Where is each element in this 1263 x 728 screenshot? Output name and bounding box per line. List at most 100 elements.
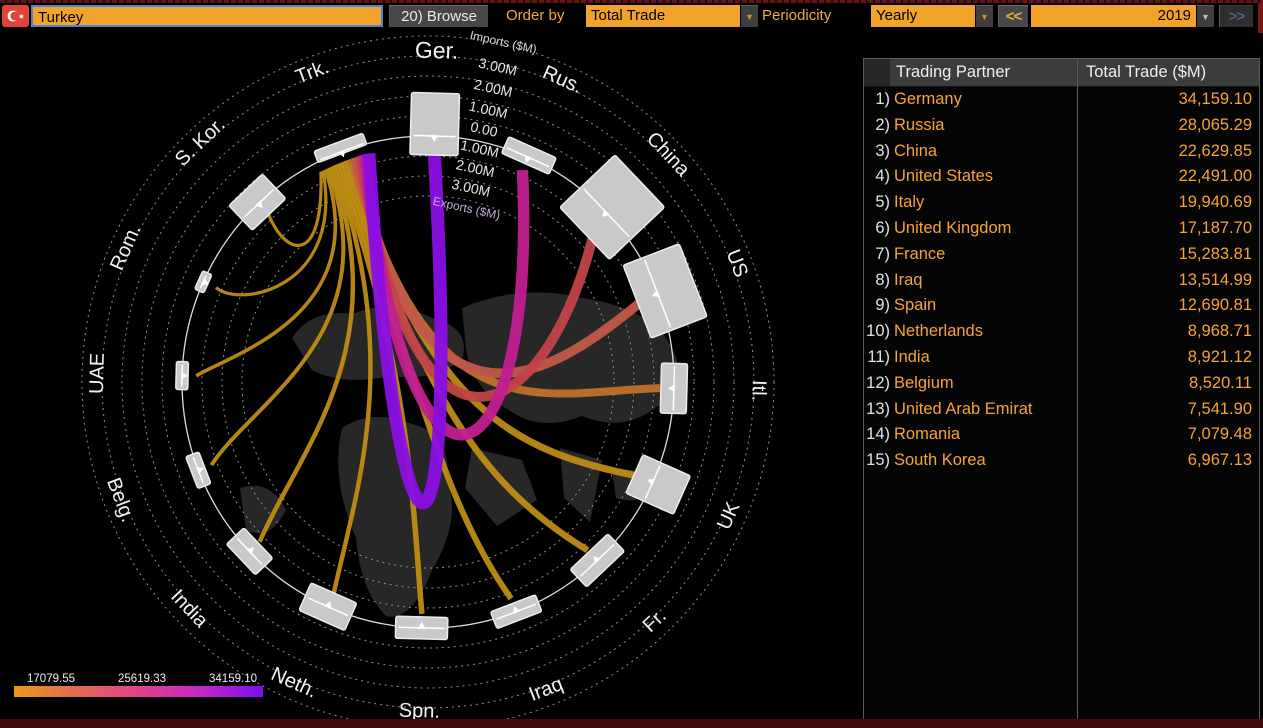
trade-flow-chord-chart[interactable]: Ger.Rus.ChinaUSItl.UKFr.IraqSpn.Neth.Ind… bbox=[0, 30, 862, 720]
country-node-united-arab-emirates[interactable] bbox=[176, 361, 189, 389]
ring-label-germany: Ger. bbox=[415, 37, 459, 64]
country-node-iraq[interactable] bbox=[491, 595, 542, 629]
row-number: 3) bbox=[864, 139, 890, 165]
row-number: 8) bbox=[864, 268, 890, 294]
country-node-united-kingdom[interactable] bbox=[626, 455, 691, 515]
table-row[interactable]: 8)Iraq13,514.99 bbox=[864, 268, 1259, 294]
table-row[interactable]: 3)China22,629.85 bbox=[864, 139, 1259, 165]
trade-value: 6,967.13 bbox=[1078, 448, 1252, 474]
axis-tick-zero: 0.00 bbox=[469, 118, 499, 140]
col-header-total-trade[interactable]: Total Trade ($M) bbox=[1086, 59, 1252, 86]
ring-label-romania: Rom. bbox=[106, 221, 146, 274]
ring-label-france: Fr. bbox=[639, 605, 671, 637]
partner-name: China bbox=[894, 139, 1075, 165]
turkey-flag-icon bbox=[2, 5, 29, 27]
security-input[interactable]: Turkey bbox=[31, 5, 383, 27]
country-node-romania[interactable] bbox=[195, 271, 213, 294]
partner-name: Italy bbox=[894, 190, 1075, 216]
row-number: 2) bbox=[864, 113, 890, 139]
ring-label-italy: Itl. bbox=[747, 380, 770, 402]
row-number: 4) bbox=[864, 164, 890, 190]
axis-tick: 3.00M bbox=[450, 176, 491, 200]
next-year-button[interactable]: >> bbox=[1219, 5, 1253, 27]
prev-year-button[interactable]: << bbox=[998, 5, 1028, 27]
table-row[interactable]: 12)Belgium8,520.11 bbox=[864, 371, 1259, 397]
year-input[interactable]: 2019 bbox=[1031, 5, 1196, 27]
row-number: 1) bbox=[864, 87, 890, 113]
axis-tick: 2.00M bbox=[472, 76, 513, 100]
country-node-germany[interactable] bbox=[410, 92, 460, 155]
ring-label-united-states: US bbox=[722, 247, 753, 281]
country-node-belgium[interactable] bbox=[186, 452, 211, 489]
trade-value: 13,514.99 bbox=[1078, 268, 1252, 294]
bottom-maroon-strip bbox=[0, 719, 1263, 728]
country-node-spain[interactable] bbox=[395, 616, 448, 639]
imports-axis-label: Imports ($M) bbox=[469, 30, 538, 56]
ring-label-united-arab-emirates: UAE bbox=[86, 353, 109, 395]
row-number: 5) bbox=[864, 190, 890, 216]
partner-name: Romania bbox=[894, 422, 1075, 448]
trading-partner-table: Trading Partner Total Trade ($M) 1)Germa… bbox=[863, 58, 1260, 720]
axis-tick: 3.00M bbox=[477, 55, 518, 79]
table-row[interactable]: 14)Romania7,079.48 bbox=[864, 422, 1259, 448]
table-row[interactable]: 1)Germany34,159.10 bbox=[864, 87, 1259, 113]
country-node-south-korea[interactable] bbox=[229, 174, 286, 230]
country-node-italy[interactable] bbox=[660, 363, 687, 414]
table-row[interactable]: 15)South Korea6,967.13 bbox=[864, 448, 1259, 474]
ring-label-india: India bbox=[166, 585, 212, 632]
row-number: 9) bbox=[864, 293, 890, 319]
table-row[interactable]: 2)Russia28,065.29 bbox=[864, 113, 1259, 139]
partner-name: Spain bbox=[894, 293, 1075, 319]
country-node-netherlands[interactable] bbox=[299, 583, 357, 631]
row-number: 13) bbox=[864, 397, 890, 423]
browse-button[interactable]: 20) Browse bbox=[389, 5, 488, 27]
trade-value: 8,968.71 bbox=[1078, 319, 1252, 345]
table-row[interactable]: 13)United Arab Emirat7,541.90 bbox=[864, 397, 1259, 423]
chevron-down-icon[interactable]: ▼ bbox=[741, 5, 758, 27]
row-number: 11) bbox=[864, 345, 890, 371]
ring-label-netherlands: Neth. bbox=[268, 663, 321, 703]
trade-value: 34,159.10 bbox=[1078, 87, 1252, 113]
table-row[interactable]: 4)United States22,491.00 bbox=[864, 164, 1259, 190]
legend-tick-label: 34159.10 bbox=[209, 673, 257, 685]
chevron-down-icon[interactable]: ▼ bbox=[976, 5, 993, 27]
order-by-select[interactable]: Total Trade bbox=[586, 5, 740, 27]
legend-tick-label: 17079.55 bbox=[27, 673, 75, 685]
country-node-russia[interactable] bbox=[502, 137, 557, 175]
table-row[interactable]: 5)Italy19,940.69 bbox=[864, 190, 1259, 216]
bloomberg-trade-flow-screen: Turkey 20) Browse Order by Total Trade ▼… bbox=[0, 0, 1263, 728]
country-node-china[interactable] bbox=[560, 155, 665, 260]
color-scale-legend: 17079.55 25619.33 34159.10 bbox=[14, 673, 263, 697]
table-header: Trading Partner Total Trade ($M) bbox=[864, 59, 1259, 87]
periodicity-label: Periodicity bbox=[762, 5, 831, 27]
col-header-trading-partner[interactable]: Trading Partner bbox=[896, 59, 1074, 86]
chevron-down-icon[interactable]: ▼ bbox=[1197, 5, 1214, 27]
ring-label-belgium: Belg. bbox=[102, 475, 139, 525]
periodicity-select[interactable]: Yearly bbox=[871, 5, 975, 27]
partner-name: Belgium bbox=[894, 371, 1075, 397]
trade-value: 17,187.70 bbox=[1078, 216, 1252, 242]
row-number: 10) bbox=[864, 319, 890, 345]
partner-name: Iraq bbox=[894, 268, 1075, 294]
partner-name: United Kingdom bbox=[894, 216, 1075, 242]
partner-name: United Arab Emirat bbox=[894, 397, 1075, 423]
partner-name: Russia bbox=[894, 113, 1075, 139]
table-row[interactable]: 11)India8,921.12 bbox=[864, 345, 1259, 371]
row-number: 7) bbox=[864, 242, 890, 268]
ring-label-united-kingdom: UK bbox=[713, 498, 745, 533]
trade-value: 22,491.00 bbox=[1078, 164, 1252, 190]
trade-value: 8,921.12 bbox=[1078, 345, 1252, 371]
table-row[interactable]: 10)Netherlands8,968.71 bbox=[864, 319, 1259, 345]
trade-value: 22,629.85 bbox=[1078, 139, 1252, 165]
table-row[interactable]: 9)Spain12,690.81 bbox=[864, 293, 1259, 319]
ring-label-russia: Rus. bbox=[539, 61, 586, 98]
ring-label-spain: Spn. bbox=[399, 700, 441, 720]
partner-name: Germany bbox=[894, 87, 1075, 113]
trade-value: 28,065.29 bbox=[1078, 113, 1252, 139]
table-row[interactable]: 7)France15,283.81 bbox=[864, 242, 1259, 268]
partner-name: India bbox=[894, 345, 1075, 371]
legend-tick-label: 25619.33 bbox=[118, 673, 166, 685]
partner-name: France bbox=[894, 242, 1075, 268]
row-number: 6) bbox=[864, 216, 890, 242]
table-row[interactable]: 6)United Kingdom17,187.70 bbox=[864, 216, 1259, 242]
